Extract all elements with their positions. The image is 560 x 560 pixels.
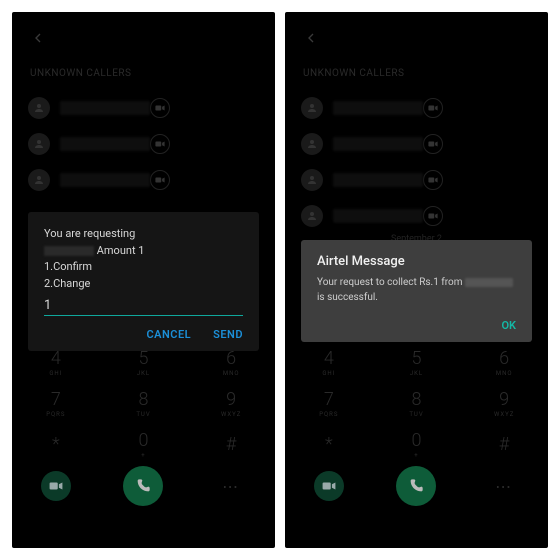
- person-icon: [28, 97, 50, 119]
- call-row[interactable]: [12, 126, 275, 162]
- redacted-name: [44, 246, 94, 256]
- video-call-icon[interactable]: [150, 170, 170, 190]
- key-4[interactable]: 4GHI: [285, 342, 373, 383]
- person-icon: [28, 169, 50, 191]
- call-button[interactable]: [373, 466, 461, 507]
- video-call-icon[interactable]: [423, 98, 443, 118]
- person-icon: [28, 133, 50, 155]
- video-call-icon[interactable]: [423, 170, 443, 190]
- video-call-icon[interactable]: [150, 98, 170, 118]
- key-6[interactable]: 6MNO: [187, 342, 275, 383]
- dial-keypad: 4GHI 5JKL 6MNO 7PQRS 8TUV 9WXYZ * 0+ # ⋯: [12, 342, 275, 548]
- key-5[interactable]: 5JKL: [373, 342, 461, 383]
- body-suffix: is successful.: [317, 292, 378, 303]
- redacted-name: [465, 278, 513, 287]
- caller-name-redacted: [60, 173, 150, 187]
- ussd-text-line1: You are requesting: [44, 226, 243, 243]
- call-row[interactable]: [285, 162, 548, 198]
- key-hash[interactable]: #: [187, 424, 275, 465]
- person-icon: [301, 205, 323, 227]
- key-8[interactable]: 8TUV: [100, 383, 188, 424]
- call-button[interactable]: [100, 466, 188, 507]
- key-5[interactable]: 5JKL: [100, 342, 188, 383]
- call-list: [12, 90, 275, 198]
- call-row[interactable]: [12, 162, 275, 198]
- key-9[interactable]: 9WXYZ: [187, 383, 275, 424]
- key-9[interactable]: 9WXYZ: [460, 383, 548, 424]
- key-0[interactable]: 0+: [373, 424, 461, 465]
- airtel-message-dialog: Airtel Message Your request to collect R…: [301, 240, 532, 342]
- ussd-option-change: 2.Change: [44, 276, 243, 293]
- phone-screen-right: UNKNOWN CALLERS September 2 Airtel Messa…: [285, 12, 548, 548]
- ok-button[interactable]: OK: [501, 319, 516, 332]
- body-prefix: Your request to collect Rs.1 from: [317, 277, 465, 288]
- key-0[interactable]: 0+: [100, 424, 188, 465]
- caller-name-redacted: [333, 173, 423, 187]
- ussd-input[interactable]: 1: [44, 298, 243, 316]
- key-8[interactable]: 8TUV: [373, 383, 461, 424]
- dial-keypad: 4GHI 5JKL 6MNO 7PQRS 8TUV 9WXYZ * 0+ # ⋯: [285, 342, 548, 548]
- key-7[interactable]: 7PQRS: [12, 383, 100, 424]
- call-row[interactable]: [285, 198, 548, 234]
- dialog-body: Your request to collect Rs.1 from is suc…: [317, 275, 516, 305]
- section-header: UNKNOWN CALLERS: [30, 68, 131, 79]
- phone-screen-left: UNKNOWN CALLERS You are requesting Amoun…: [12, 12, 275, 548]
- caller-name-redacted: [60, 137, 150, 151]
- video-call-button[interactable]: [12, 466, 100, 507]
- dialog-title: Airtel Message: [317, 254, 516, 269]
- video-call-icon[interactable]: [150, 134, 170, 154]
- back-icon[interactable]: [30, 30, 46, 46]
- key-6[interactable]: 6MNO: [460, 342, 548, 383]
- call-row[interactable]: [12, 90, 275, 126]
- caller-name-redacted: [333, 101, 423, 115]
- video-call-icon[interactable]: [423, 206, 443, 226]
- ussd-option-confirm: 1.Confirm: [44, 259, 243, 276]
- key-4[interactable]: 4GHI: [12, 342, 100, 383]
- call-list: [285, 90, 548, 234]
- ussd-text-line2: Amount 1: [44, 243, 243, 260]
- key-hash[interactable]: #: [460, 424, 548, 465]
- call-row[interactable]: [285, 90, 548, 126]
- back-icon[interactable]: [303, 30, 319, 46]
- caller-name-redacted: [333, 137, 423, 151]
- amount-text: Amount 1: [97, 244, 145, 257]
- dialog-actions: OK: [317, 319, 516, 332]
- caller-name-redacted: [333, 209, 423, 223]
- video-call-button[interactable]: [285, 466, 373, 507]
- send-button[interactable]: SEND: [213, 328, 243, 341]
- person-icon: [301, 97, 323, 119]
- call-row[interactable]: [285, 126, 548, 162]
- person-icon: [301, 133, 323, 155]
- ussd-dialog: You are requesting Amount 1 1.Confirm 2.…: [28, 212, 259, 351]
- cancel-button[interactable]: CANCEL: [146, 328, 191, 341]
- key-7[interactable]: 7PQRS: [285, 383, 373, 424]
- more-button[interactable]: ⋯: [187, 466, 275, 507]
- caller-name-redacted: [60, 101, 150, 115]
- person-icon: [301, 169, 323, 191]
- key-star[interactable]: *: [285, 424, 373, 465]
- video-call-icon[interactable]: [423, 134, 443, 154]
- more-button[interactable]: ⋯: [460, 466, 548, 507]
- ussd-actions: CANCEL SEND: [44, 328, 243, 341]
- section-header: UNKNOWN CALLERS: [303, 68, 404, 79]
- key-star[interactable]: *: [12, 424, 100, 465]
